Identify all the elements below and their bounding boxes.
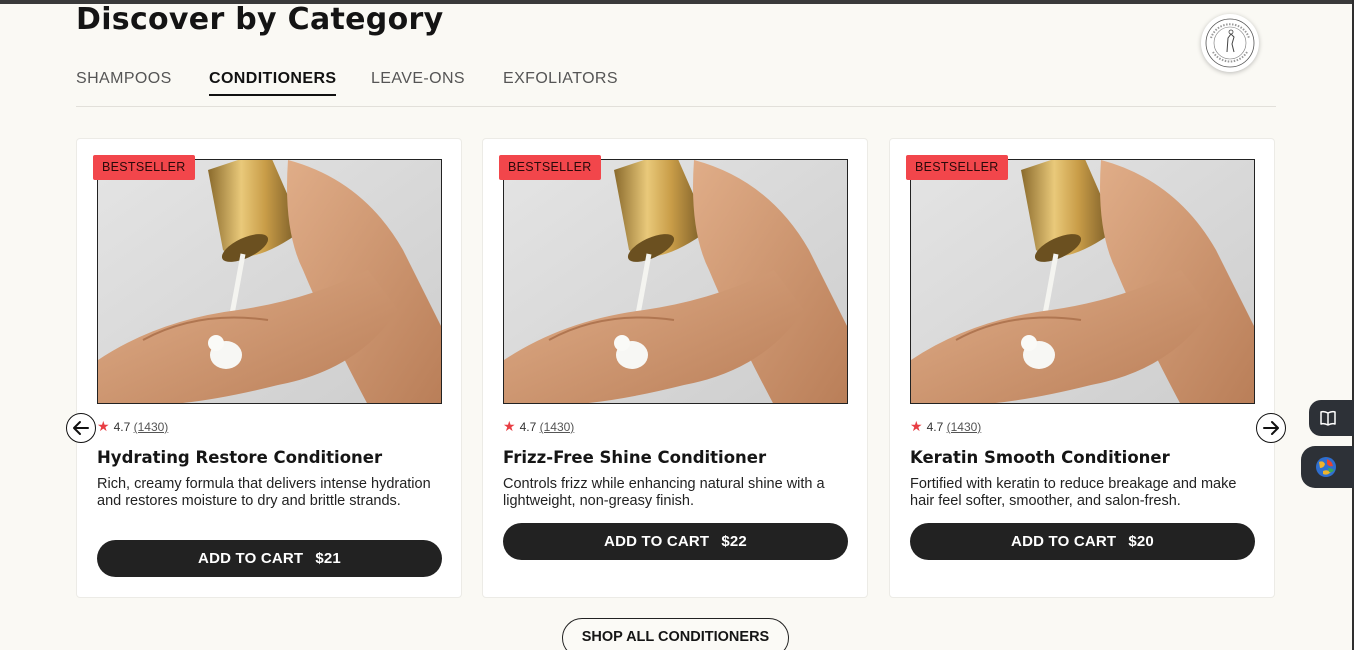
section-heading: Discover by Category bbox=[76, 2, 444, 37]
carousel-next-button[interactable] bbox=[1256, 413, 1286, 443]
product-description: Controls frizz while enhancing natural s… bbox=[503, 476, 825, 509]
rating-value: 4.7 bbox=[519, 420, 537, 434]
rating-value: 4.7 bbox=[926, 420, 944, 434]
product-card: BESTSELLER ★ 4.7 (1430) Keratin Smooth Co… bbox=[889, 138, 1275, 598]
product-rating: ★ 4.7 (1430) bbox=[97, 418, 168, 435]
star-icon: ★ bbox=[503, 418, 516, 434]
bestseller-badge: BESTSELLER bbox=[499, 155, 601, 180]
arrow-right-icon bbox=[1263, 421, 1279, 435]
product-card: BESTSELLER ★ 4.7 (1430) Frizz-Free Shine … bbox=[482, 138, 868, 598]
review-count-link[interactable]: (1430) bbox=[540, 420, 575, 434]
star-icon: ★ bbox=[97, 418, 110, 434]
product-title[interactable]: Keratin Smooth Conditioner bbox=[910, 448, 1170, 467]
product-price: $21 bbox=[315, 550, 341, 567]
product-title[interactable]: Frizz-Free Shine Conditioner bbox=[503, 448, 766, 467]
add-to-cart-label: ADD TO CART bbox=[604, 533, 710, 550]
rating-value: 4.7 bbox=[113, 420, 131, 434]
add-to-cart-button[interactable]: ADD TO CART $22 bbox=[503, 523, 848, 560]
tab-shampoos[interactable]: SHAMPOOS bbox=[76, 70, 172, 94]
bestseller-badge: BESTSELLER bbox=[93, 155, 195, 180]
shop-all-conditioners-button[interactable]: SHOP ALL CONDITIONERS bbox=[562, 618, 789, 650]
product-rating: ★ 4.7 (1430) bbox=[910, 418, 981, 435]
star-icon: ★ bbox=[910, 418, 923, 434]
add-to-cart-label: ADD TO CART bbox=[198, 550, 304, 567]
review-count-link[interactable]: (1430) bbox=[947, 420, 982, 434]
brand-seal-logo bbox=[1201, 14, 1259, 72]
add-to-cart-button[interactable]: ADD TO CART $20 bbox=[910, 523, 1255, 560]
reader-mode-button[interactable] bbox=[1309, 400, 1354, 436]
product-description: Rich, creamy formula that delivers inten… bbox=[97, 476, 431, 509]
product-image[interactable] bbox=[910, 159, 1255, 404]
bestseller-badge: BESTSELLER bbox=[906, 155, 1008, 180]
product-image[interactable] bbox=[503, 159, 848, 404]
product-price: $22 bbox=[721, 533, 747, 550]
product-description: Fortified with keratin to reduce breakag… bbox=[910, 476, 1237, 509]
translate-widget-button[interactable] bbox=[1301, 446, 1354, 488]
product-price: $20 bbox=[1128, 533, 1154, 550]
book-icon bbox=[1320, 410, 1336, 426]
product-card: BESTSELLER ★ 4.7 (1430) Hydrating Restore… bbox=[76, 138, 462, 598]
tab-exfoliators[interactable]: EXFOLIATORS bbox=[503, 70, 618, 94]
product-image[interactable] bbox=[97, 159, 442, 404]
arrow-left-icon bbox=[73, 421, 89, 435]
globe-icon bbox=[1316, 457, 1336, 477]
add-to-cart-button[interactable]: ADD TO CART $21 bbox=[97, 540, 442, 577]
product-rating: ★ 4.7 (1430) bbox=[503, 418, 574, 435]
product-title[interactable]: Hydrating Restore Conditioner bbox=[97, 448, 382, 467]
tab-leave-ons[interactable]: LEAVE-ONS bbox=[371, 70, 465, 94]
review-count-link[interactable]: (1430) bbox=[134, 420, 169, 434]
tabs-divider bbox=[76, 106, 1276, 107]
carousel-prev-button[interactable] bbox=[66, 413, 96, 443]
add-to-cart-label: ADD TO CART bbox=[1011, 533, 1117, 550]
tab-conditioners[interactable]: CONDITIONERS bbox=[209, 70, 337, 96]
